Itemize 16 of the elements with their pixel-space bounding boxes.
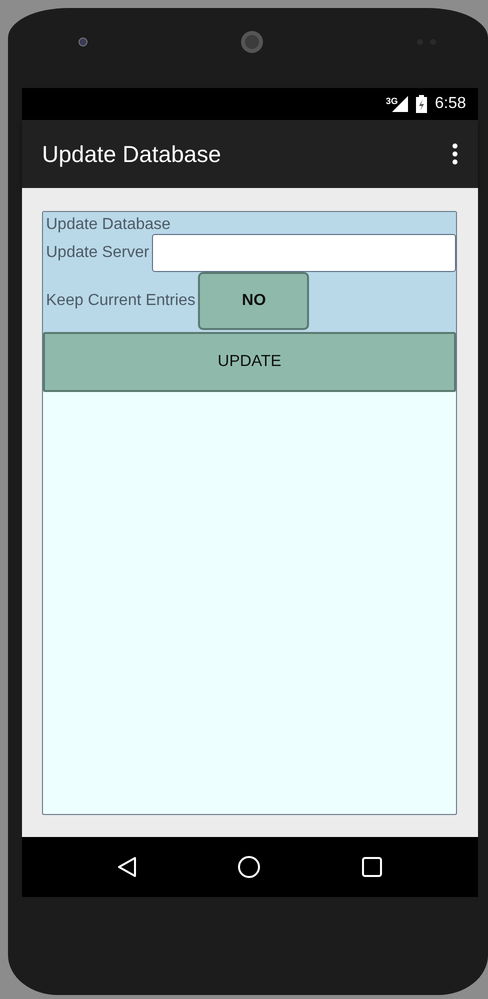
recents-icon[interactable] [361,856,383,878]
form-title: Update Database [46,216,172,234]
home-icon[interactable] [237,855,261,879]
field-label: Update Server [46,244,150,262]
server-input-field[interactable] [152,234,456,272]
update-button[interactable]: UPDATE [43,332,456,392]
toggle-button[interactable]: NO [198,272,310,330]
camera-icon [78,37,88,47]
speaker-grille-icon [240,30,264,54]
network-type: 3G [386,96,398,106]
clock: 6:58 [434,95,466,113]
overflow-menu-icon[interactable] [452,143,458,165]
battery-icon [416,95,427,113]
back-icon[interactable] [117,856,137,878]
field-label: Keep Current Entries [46,292,196,310]
app-title: Update Database [42,140,222,168]
